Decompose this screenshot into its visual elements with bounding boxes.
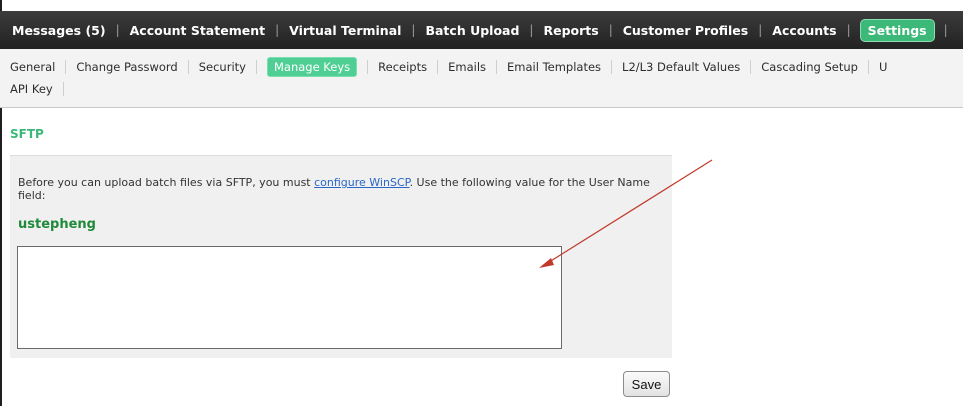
subnav-separator (187, 60, 189, 74)
subnav-security[interactable]: Security (199, 60, 246, 74)
subnav-change-password[interactable]: Change Password (76, 60, 177, 74)
settings-subnav: General Change Password Security Manage … (0, 49, 963, 108)
save-button[interactable]: Save (623, 371, 670, 397)
subnav-separator (867, 60, 869, 74)
subnav-separator (255, 60, 257, 74)
subnav-emails[interactable]: Emails (448, 60, 486, 74)
instructions-text: Before you can upload batch files via SF… (18, 176, 315, 189)
subnav-truncated-item[interactable]: U (879, 60, 887, 74)
nav-accounts[interactable]: Accounts (771, 23, 837, 38)
nav-customer-profiles[interactable]: Customer Profiles (622, 23, 749, 38)
nav-separator: | (943, 23, 948, 37)
nav-settings[interactable]: Settings (859, 18, 935, 42)
subnav-separator (437, 60, 439, 74)
subnav-separator (496, 60, 498, 74)
configure-winscp-link[interactable]: configure WinSCP (314, 176, 409, 189)
top-navigation-bar: Messages (5) | Account Statement | Virtu… (0, 11, 963, 49)
subnav-separator (611, 60, 613, 74)
subnav-receipts[interactable]: Receipts (378, 60, 427, 74)
nav-separator: | (529, 23, 534, 37)
subnav-separator (750, 60, 752, 74)
nav-separator: | (758, 23, 763, 37)
sftp-panel: Before you can upload batch files via SF… (10, 155, 672, 358)
subnav-l2l3-default-values[interactable]: L2/L3 Default Values (622, 60, 740, 74)
nav-separator: | (608, 23, 613, 37)
subnav-manage-keys[interactable]: Manage Keys (266, 57, 358, 77)
subnav-email-templates[interactable]: Email Templates (507, 60, 601, 74)
nav-virtual-terminal[interactable]: Virtual Terminal (288, 23, 402, 38)
subnav-api-key[interactable]: API Key (10, 82, 53, 96)
nav-separator: | (115, 23, 120, 37)
subnav-row: API Key (10, 82, 74, 96)
subnav-separator (65, 60, 67, 74)
subnav-cascading-setup[interactable]: Cascading Setup (761, 60, 858, 74)
nav-reports[interactable]: Reports (542, 23, 599, 38)
sftp-username: ustepheng (18, 217, 96, 232)
subnav-general[interactable]: General (10, 60, 55, 74)
public-key-textarea[interactable] (17, 246, 562, 349)
subnav-separator (62, 82, 64, 96)
nav-account-statement[interactable]: Account Statement (129, 23, 266, 38)
nav-batch-upload[interactable]: Batch Upload (424, 23, 520, 38)
subnav-separator (367, 60, 369, 74)
subnav-row: General Change Password Security Manage … (10, 57, 887, 77)
nav-separator: | (846, 23, 851, 37)
sftp-instructions: Before you can upload batch files via SF… (18, 176, 668, 202)
nav-separator: | (275, 23, 280, 37)
section-title: SFTP (10, 127, 44, 141)
nav-separator: | (411, 23, 416, 37)
nav-messages[interactable]: Messages (5) (11, 23, 107, 38)
